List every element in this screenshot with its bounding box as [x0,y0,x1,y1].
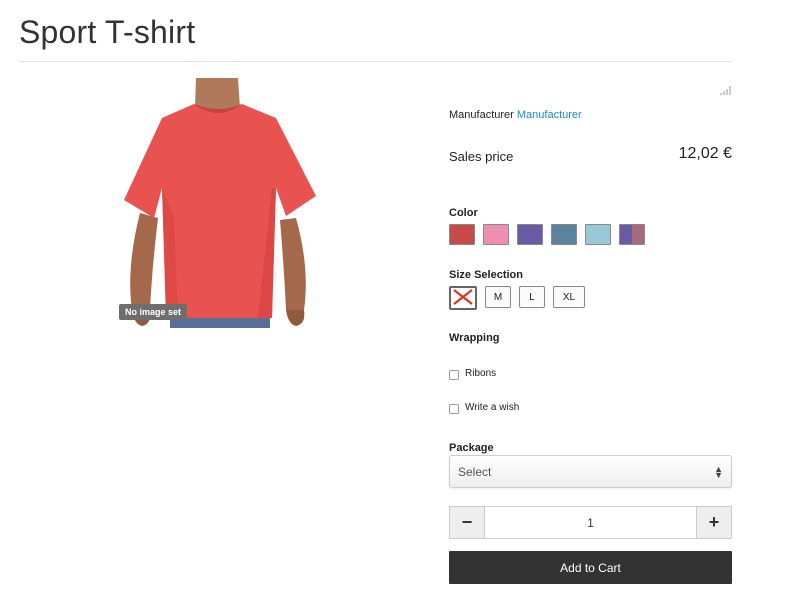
size-option-l[interactable]: L [519,286,545,308]
size-label: Size Selection [449,269,523,281]
size-options: M L XL [449,286,585,310]
color-swatch-purple[interactable] [517,224,543,245]
ribons-label: Ribons [465,368,497,379]
cross-icon [453,288,473,308]
color-label: Color [449,207,478,219]
color-swatch-purple-mauve[interactable] [619,224,645,245]
size-option-m[interactable]: M [485,286,511,308]
package-select-value: Select [458,464,492,479]
manufacturer-label: Manufacturer [449,109,514,121]
decrease-quantity-button[interactable]: − [450,507,485,538]
size-option-xl[interactable]: XL [553,286,585,308]
add-to-cart-button[interactable]: Add to Cart [449,551,732,584]
color-swatch-pink[interactable] [483,224,509,245]
increase-quantity-button[interactable]: + [696,507,731,538]
wrapping-option-ribons[interactable]: Ribons [449,367,496,380]
color-swatches [449,224,645,245]
price-label: Sales price [449,149,514,164]
package-label: Package [449,442,494,454]
manufacturer-link[interactable]: Manufacturer [517,109,582,121]
wrapping-label: Wrapping [449,332,500,344]
product-image [118,78,323,328]
price-value: 12,02 € [678,145,732,162]
write-a-wish-checkbox[interactable] [449,404,459,414]
size-option-unavailable[interactable] [449,286,477,310]
quantity-input[interactable]: 1 [485,507,696,538]
package-select[interactable]: Select ▲ ▼ [449,455,732,488]
color-swatch-light-blue[interactable] [585,224,611,245]
signal-bars-icon [720,82,732,100]
quantity-stepper: − 1 + [449,506,732,539]
color-swatch-steel-blue[interactable] [551,224,577,245]
page-title: Sport T-shirt [19,14,196,50]
select-arrows-icon: ▲ ▼ [714,463,723,480]
no-image-badge: No image set [119,304,188,320]
ribons-checkbox[interactable] [449,370,459,380]
write-a-wish-label: Write a wish [465,402,520,413]
wrapping-option-wish[interactable]: Write a wish [449,401,519,414]
manufacturer-line: Manufacturer Manufacturer [449,109,582,121]
title-divider [19,61,732,62]
color-swatch-red[interactable] [449,224,475,245]
